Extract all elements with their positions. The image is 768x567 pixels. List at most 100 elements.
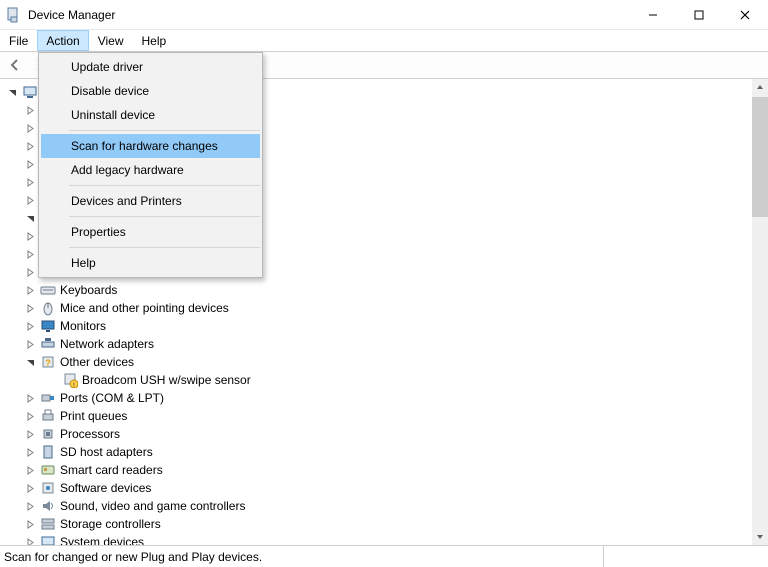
expander-right-icon[interactable]: [24, 464, 36, 476]
menu-help[interactable]: Help: [133, 30, 176, 51]
node-label: Sound, video and game controllers: [60, 499, 245, 513]
tree-row-system[interactable]: System devices: [2, 533, 750, 545]
window-title: Device Manager: [28, 8, 115, 22]
window-controls: [630, 0, 768, 29]
scroll-up-icon[interactable]: [752, 79, 768, 95]
expander-right-icon[interactable]: [24, 266, 36, 278]
node-label: Software devices: [60, 481, 151, 495]
expander-right-icon[interactable]: [24, 230, 36, 242]
expander-right-icon[interactable]: [24, 410, 36, 422]
menu-separator: [69, 185, 260, 186]
tree-row-processors[interactable]: Processors: [2, 425, 750, 443]
expander-down-icon[interactable]: [6, 86, 18, 98]
menu-disable-device[interactable]: Disable device: [41, 79, 260, 103]
expander-right-icon[interactable]: [24, 140, 36, 152]
warning-device-icon: !: [62, 372, 78, 388]
expander-right-icon[interactable]: [24, 104, 36, 116]
menu-view[interactable]: View: [89, 30, 133, 51]
menu-properties[interactable]: Properties: [41, 220, 260, 244]
expander-right-icon[interactable]: [24, 338, 36, 350]
node-label: Broadcom USH w/swipe sensor: [82, 373, 251, 387]
menu-devices-printers[interactable]: Devices and Printers: [41, 189, 260, 213]
expander-right-icon[interactable]: [24, 158, 36, 170]
menu-file[interactable]: File: [0, 30, 37, 51]
tree-row-other[interactable]: ? Other devices: [2, 353, 750, 371]
expander-right-icon[interactable]: [24, 482, 36, 494]
tree-row-mice[interactable]: Mice and other pointing devices: [2, 299, 750, 317]
node-label: SD host adapters: [60, 445, 153, 459]
monitor-icon: [40, 318, 56, 334]
node-label: System devices: [60, 535, 144, 545]
status-grip: [604, 546, 764, 567]
menu-separator: [69, 130, 260, 131]
unknown-device-icon: ?: [40, 354, 56, 370]
expander-down-icon[interactable]: [24, 356, 36, 368]
maximize-button[interactable]: [676, 0, 722, 29]
expander-right-icon[interactable]: [24, 194, 36, 206]
menu-bar: File Action View Help: [0, 30, 768, 52]
menu-uninstall-device[interactable]: Uninstall device: [41, 103, 260, 127]
node-label: Network adapters: [60, 337, 154, 351]
tree-row-network[interactable]: Network adapters: [2, 335, 750, 353]
tree-row-sound[interactable]: Sound, video and game controllers: [2, 497, 750, 515]
menu-update-driver[interactable]: Update driver: [41, 55, 260, 79]
system-icon: [40, 534, 56, 545]
tree-row-ports[interactable]: Ports (COM & LPT): [2, 389, 750, 407]
menu-separator: [69, 216, 260, 217]
expander-right-icon[interactable]: [24, 284, 36, 296]
expander-right-icon[interactable]: [24, 320, 36, 332]
expander-right-icon[interactable]: [24, 446, 36, 458]
node-label: Processors: [60, 427, 120, 441]
software-icon: [40, 480, 56, 496]
status-bar: Scan for changed or new Plug and Play de…: [0, 545, 768, 567]
tree-row-sdhost[interactable]: SD host adapters: [2, 443, 750, 461]
storage-icon: [40, 516, 56, 532]
menu-scan-hardware[interactable]: Scan for hardware changes: [41, 134, 260, 158]
close-button[interactable]: [722, 0, 768, 29]
menu-add-legacy[interactable]: Add legacy hardware: [41, 158, 260, 182]
sound-icon: [40, 498, 56, 514]
computer-icon: [22, 84, 38, 100]
back-button[interactable]: [4, 54, 26, 76]
title-bar: Device Manager: [0, 0, 768, 30]
action-dropdown: Update driver Disable device Uninstall d…: [38, 52, 263, 278]
expander-right-icon[interactable]: [24, 536, 36, 545]
node-label: Smart card readers: [60, 463, 163, 477]
tree-row-printq[interactable]: Print queues: [2, 407, 750, 425]
status-text: Scan for changed or new Plug and Play de…: [4, 550, 262, 564]
tree-row-smartcard[interactable]: Smart card readers: [2, 461, 750, 479]
menu-help-item[interactable]: Help: [41, 251, 260, 275]
mouse-icon: [40, 300, 56, 316]
expander-right-icon[interactable]: [24, 176, 36, 188]
svg-text:?: ?: [45, 358, 51, 368]
port-icon: [40, 390, 56, 406]
node-label: Other devices: [60, 355, 134, 369]
expander-right-icon[interactable]: [24, 122, 36, 134]
node-label: Monitors: [60, 319, 106, 333]
tree-row-monitors[interactable]: Monitors: [2, 317, 750, 335]
network-icon: [40, 336, 56, 352]
expander-right-icon[interactable]: [24, 500, 36, 512]
menu-action[interactable]: Action: [37, 30, 88, 51]
expander-right-icon[interactable]: [24, 302, 36, 314]
tree-row-other-child[interactable]: ! Broadcom USH w/swipe sensor: [2, 371, 750, 389]
expander-right-icon[interactable]: [24, 428, 36, 440]
scroll-down-icon[interactable]: [752, 529, 768, 545]
tree-row-storage[interactable]: Storage controllers: [2, 515, 750, 533]
node-label: Print queues: [60, 409, 127, 423]
node-label: Mice and other pointing devices: [60, 301, 229, 315]
node-label: Keyboards: [60, 283, 117, 297]
tree-row-keyboards[interactable]: Keyboards: [2, 281, 750, 299]
expander-right-icon[interactable]: [24, 248, 36, 260]
expander-right-icon[interactable]: [24, 518, 36, 530]
vertical-scrollbar[interactable]: [752, 79, 768, 545]
minimize-button[interactable]: [630, 0, 676, 29]
expander-right-icon[interactable]: [24, 392, 36, 404]
sd-icon: [40, 444, 56, 460]
scroll-thumb[interactable]: [752, 97, 768, 217]
menu-separator: [69, 247, 260, 248]
expander-down-icon[interactable]: [24, 212, 36, 224]
node-label: Ports (COM & LPT): [60, 391, 164, 405]
printer-icon: [40, 408, 56, 424]
tree-row-software[interactable]: Software devices: [2, 479, 750, 497]
